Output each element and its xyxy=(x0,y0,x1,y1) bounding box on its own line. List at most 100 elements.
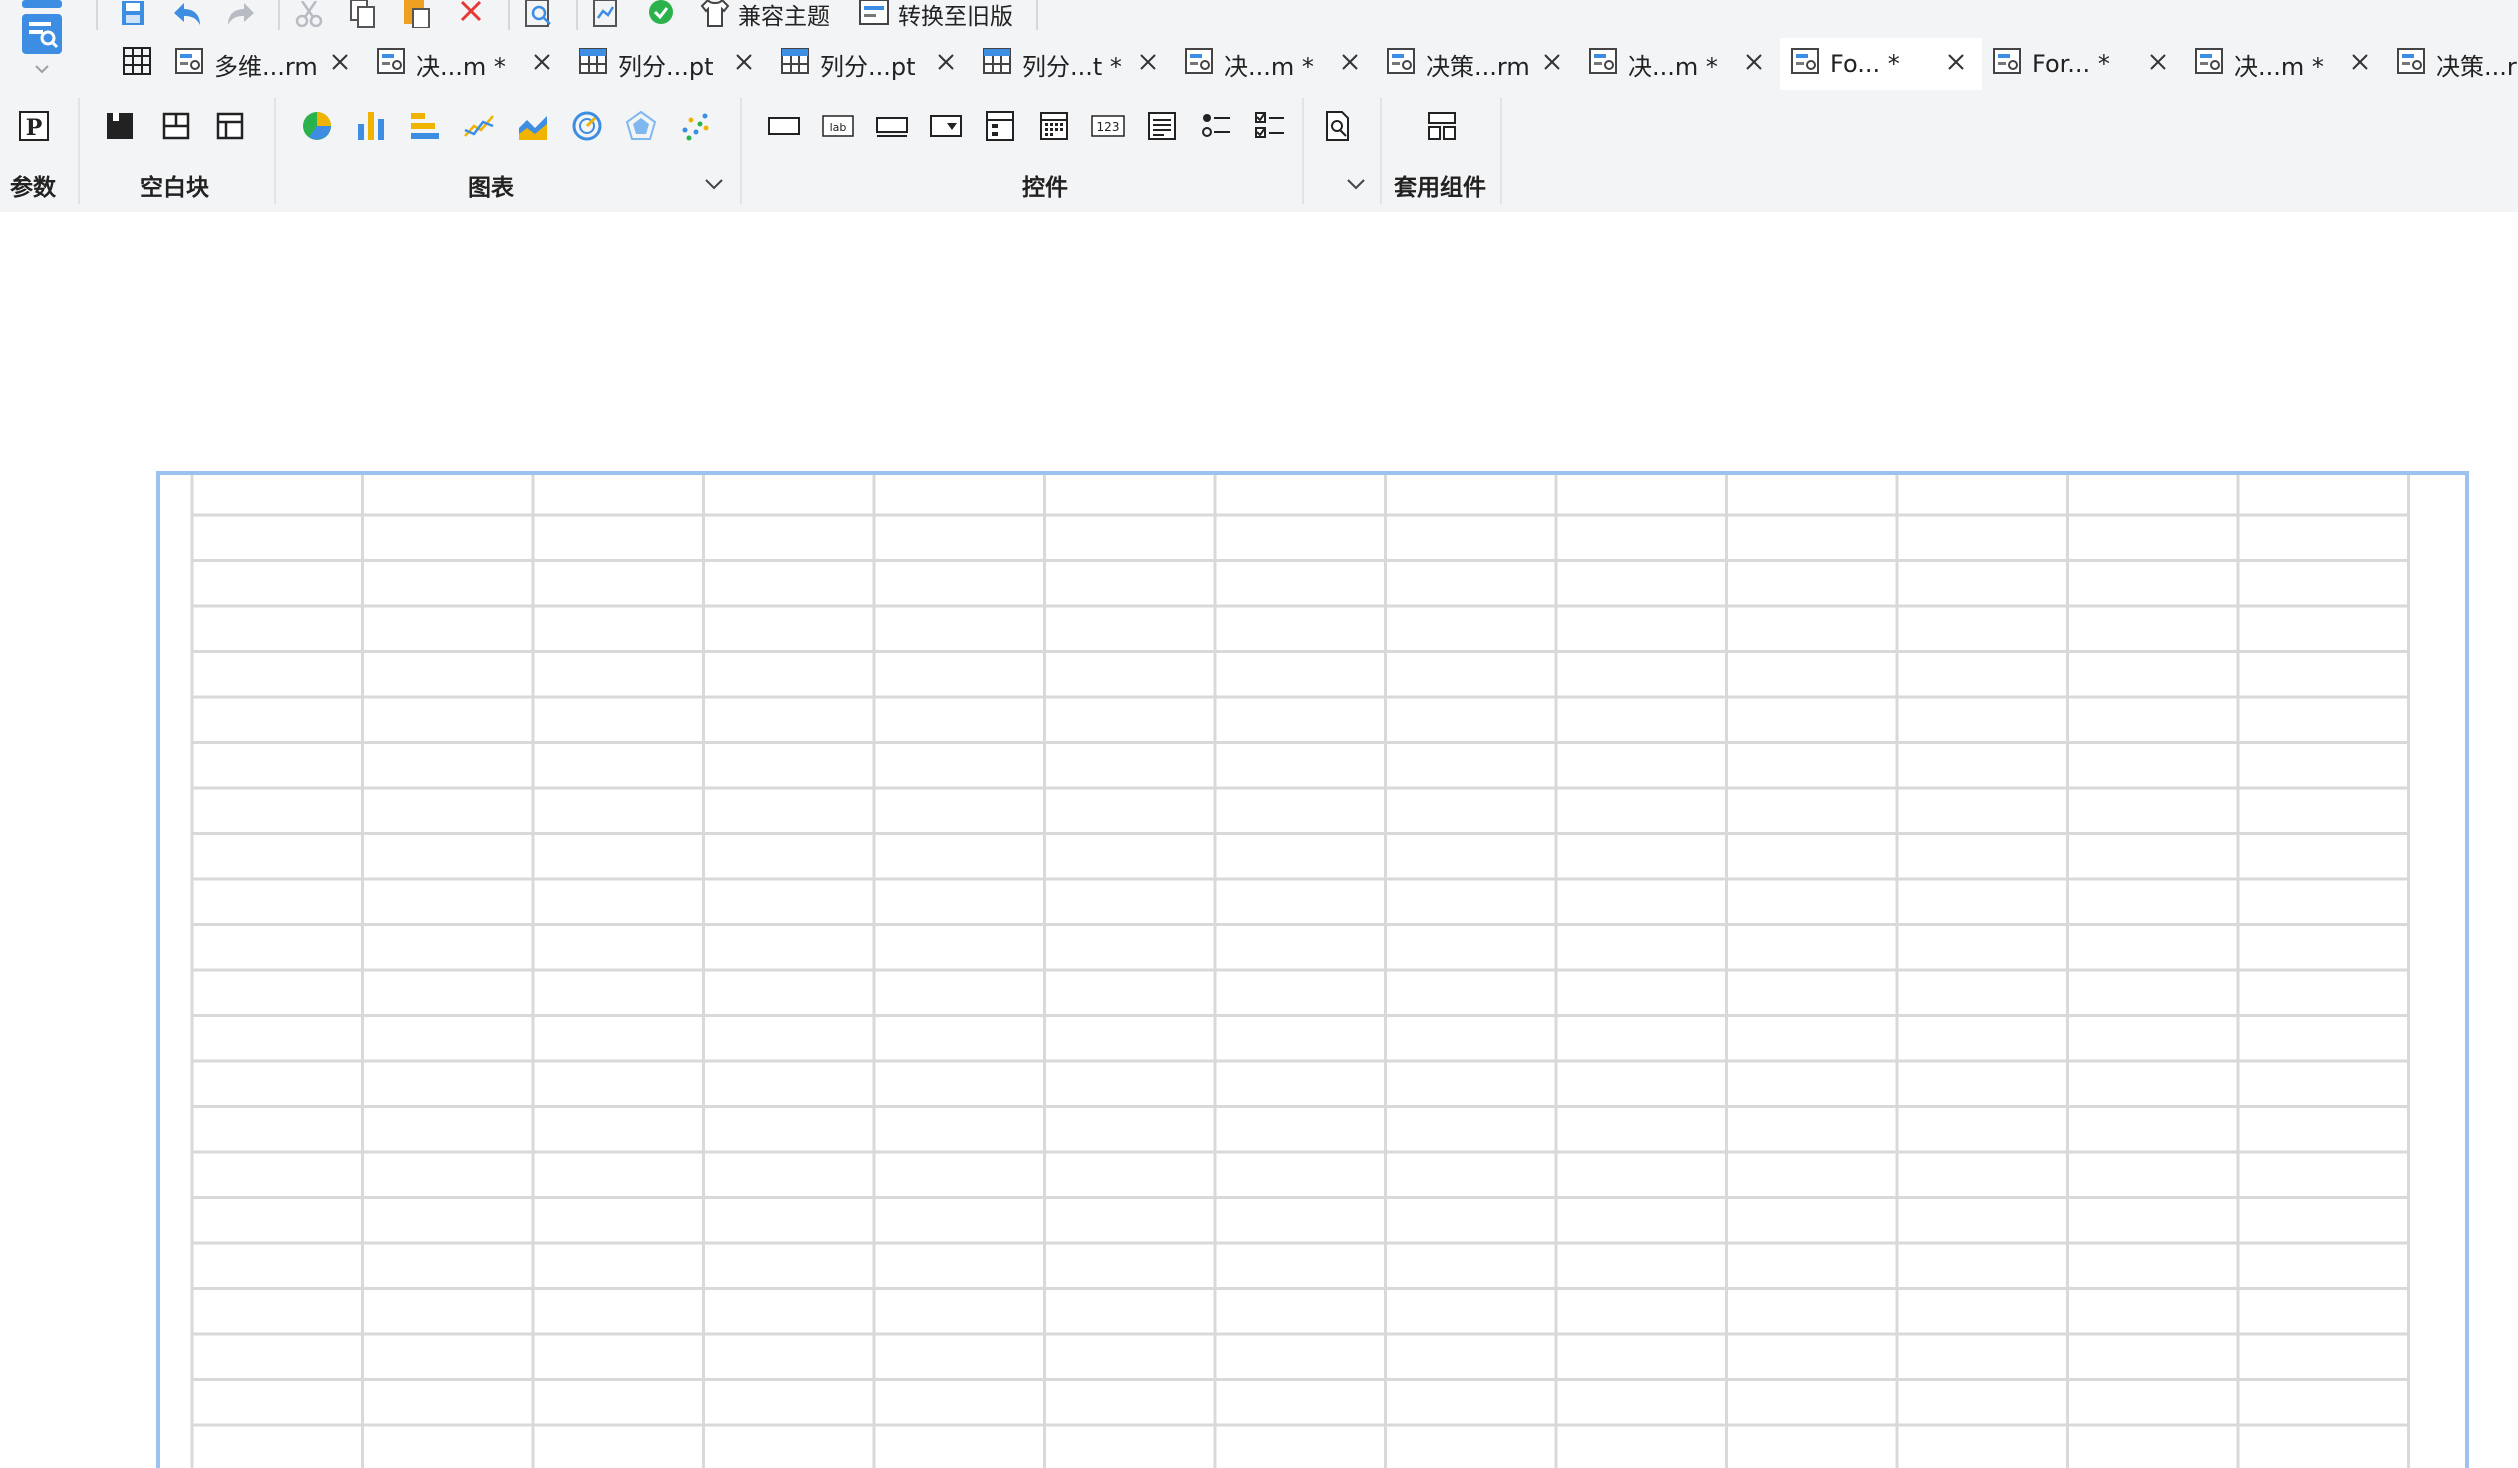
document-tab[interactable]: 列分...pt xyxy=(770,38,972,90)
text-field-widget-icon[interactable] xyxy=(872,106,912,146)
svg-text:lab: lab xyxy=(830,121,847,134)
label-widget-icon[interactable]: lab xyxy=(818,106,858,146)
gauge-chart-icon[interactable] xyxy=(567,106,607,146)
ribbon-separator xyxy=(1500,98,1502,204)
designer-window: 兼容主题 转换至旧版 多维...rm 决...m * 列分...pt 列分...pt 列… xyxy=(0,0,2518,1468)
form-icon xyxy=(2396,47,2426,81)
tab-block-icon[interactable] xyxy=(210,106,250,146)
widget-ribbon: P 参数 空白块 图表 lab 123 控件 套用组件 xyxy=(0,90,2518,212)
scatter-chart-icon[interactable] xyxy=(675,106,715,146)
debug-preview-icon[interactable] xyxy=(590,0,624,28)
svg-text:P: P xyxy=(26,115,43,141)
close-icon[interactable] xyxy=(2348,50,2372,74)
document-tab[interactable]: 决...m * xyxy=(1174,38,1376,90)
redo-icon[interactable] xyxy=(224,0,258,28)
document-tab[interactable]: 决...m * xyxy=(1578,38,1780,90)
radar-chart-icon[interactable] xyxy=(621,106,661,146)
compatible-theme-button[interactable]: 兼容主题 xyxy=(700,0,830,30)
widget-group-expand[interactable] xyxy=(1342,170,1370,198)
toolbar-separator xyxy=(278,0,280,30)
chart-group-expand[interactable] xyxy=(700,170,728,198)
tab-label: 决...m * xyxy=(2234,52,2324,81)
params-group-label: 参数 xyxy=(10,175,56,201)
area-chart-icon[interactable] xyxy=(513,106,553,146)
horizontal-bar-chart-icon[interactable] xyxy=(405,106,445,146)
form-icon xyxy=(1992,47,2022,81)
dropdown-tree-widget-icon[interactable] xyxy=(980,106,1020,146)
tab-label: 列分...pt xyxy=(820,52,916,81)
close-icon[interactable] xyxy=(1944,50,1968,74)
tab-label: 决策...rm xyxy=(1426,52,1530,81)
tab-label: For... * xyxy=(2032,50,2110,78)
close-icon[interactable] xyxy=(1136,50,1160,74)
design-canvas[interactable] xyxy=(0,212,2518,1468)
document-tab[interactable]: 决策...rm xyxy=(1376,38,1578,90)
document-tab[interactable]: Fo... * xyxy=(1780,38,1982,90)
cut-icon[interactable] xyxy=(292,0,326,28)
layout-grid[interactable] xyxy=(160,475,2465,1468)
convert-to-old-label: 转换至旧版 xyxy=(898,4,1013,30)
date-widget-icon[interactable] xyxy=(1034,106,1074,146)
file-widget-icon[interactable] xyxy=(1318,106,1358,146)
document-tab[interactable]: 决...m * xyxy=(366,38,568,90)
tab-label: 列分...t * xyxy=(1022,52,1122,81)
close-icon[interactable] xyxy=(1540,50,1564,74)
document-tab[interactable]: 列分...pt xyxy=(568,38,770,90)
document-tab[interactable]: 决...m * xyxy=(2184,38,2386,90)
tab-label: 决...m * xyxy=(416,52,506,81)
document-tab[interactable]: For... * xyxy=(1982,38,2184,90)
button-widget-icon[interactable] xyxy=(764,106,804,146)
form-body-frame[interactable] xyxy=(156,471,2469,1468)
checkbox-group-widget-icon[interactable] xyxy=(1250,106,1290,146)
designer-header: 兼容主题 转换至旧版 多维...rm 决...m * 列分...pt 列分...pt 列… xyxy=(0,0,2518,212)
line-chart-icon[interactable] xyxy=(459,106,499,146)
close-icon[interactable] xyxy=(1338,50,1362,74)
document-tab[interactable]: 决策...r xyxy=(2386,38,2518,90)
textarea-widget-icon[interactable] xyxy=(1142,106,1182,146)
document-tab[interactable]: 多维...rm xyxy=(164,38,366,90)
ribbon-separator xyxy=(274,98,276,204)
convert-to-old-button[interactable]: 转换至旧版 xyxy=(858,0,1013,30)
delete-icon[interactable] xyxy=(454,0,488,28)
toolbar-separator xyxy=(576,0,578,30)
close-icon[interactable] xyxy=(2146,50,2170,74)
tab-label: Fo... * xyxy=(1830,50,1900,78)
close-icon[interactable] xyxy=(328,50,352,74)
form-icon xyxy=(1386,47,1416,81)
dropdown-widget-icon[interactable] xyxy=(926,106,966,146)
ribbon-separator xyxy=(740,98,742,204)
parameter-icon[interactable]: P xyxy=(14,106,54,146)
check-icon[interactable] xyxy=(644,0,678,28)
close-icon[interactable] xyxy=(1742,50,1766,74)
convert-icon xyxy=(859,0,889,25)
layout-component-icon[interactable] xyxy=(1422,106,1462,146)
paste-icon[interactable] xyxy=(400,0,434,28)
document-tab[interactable]: 列分...t * xyxy=(972,38,1174,90)
report-icon xyxy=(780,47,810,81)
toolbar: 兼容主题 转换至旧版 xyxy=(0,0,2518,36)
pie-chart-icon[interactable] xyxy=(297,106,337,146)
toolbar-separator xyxy=(508,0,510,30)
chevron-down-icon xyxy=(705,179,723,190)
ribbon-separator xyxy=(78,98,80,204)
ribbon-separator xyxy=(1380,98,1382,204)
bar-chart-icon[interactable] xyxy=(351,106,391,146)
close-icon[interactable] xyxy=(934,50,958,74)
shirt-icon xyxy=(700,0,730,27)
form-icon xyxy=(1588,47,1618,81)
absolute-block-icon[interactable] xyxy=(100,106,140,146)
ribbon-separator xyxy=(1302,98,1304,204)
preview-icon[interactable] xyxy=(522,0,556,28)
save-icon[interactable] xyxy=(116,0,150,28)
split-block-icon[interactable] xyxy=(156,106,196,146)
close-icon[interactable] xyxy=(530,50,554,74)
tab-overview[interactable] xyxy=(112,38,164,90)
tab-label: 决策...r xyxy=(2436,52,2517,81)
undo-icon[interactable] xyxy=(170,0,204,28)
copy-icon[interactable] xyxy=(346,0,380,28)
radio-group-widget-icon[interactable] xyxy=(1196,106,1236,146)
chevron-down-icon xyxy=(1347,179,1365,190)
number-widget-icon[interactable]: 123 xyxy=(1088,106,1128,146)
blank-block-group-label: 空白块 xyxy=(140,175,209,201)
close-icon[interactable] xyxy=(732,50,756,74)
